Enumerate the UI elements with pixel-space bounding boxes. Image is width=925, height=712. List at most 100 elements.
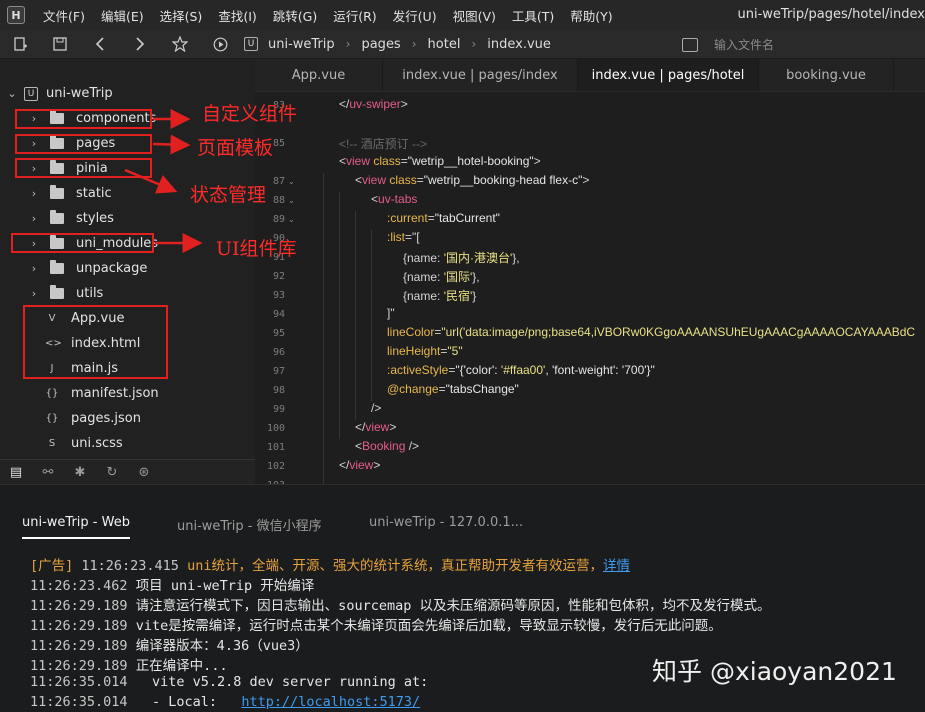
- menu-view[interactable]: 视图(V): [445, 6, 504, 25]
- fold-toggle-icon[interactable]: ⌄: [288, 196, 295, 205]
- code-token: class: [386, 173, 417, 187]
- code-line: lineHeight="5": [387, 344, 463, 363]
- tree-item-pages[interactable]: › pages: [0, 131, 255, 156]
- file-search-input[interactable]: 输入文件名: [682, 30, 774, 58]
- tab-index-pages-index[interactable]: index.vue | pages/index: [383, 59, 578, 91]
- line-number: 92: [272, 271, 285, 282]
- code-token: {name:: [403, 289, 444, 303]
- binoculars-icon[interactable]: ⚯: [32, 465, 64, 480]
- tree-item-label: App.vue: [71, 311, 125, 326]
- code-line: @change="tabsChange": [387, 382, 519, 401]
- code-token: Booking: [362, 439, 406, 453]
- tree-item-index-html[interactable]: <> index.html: [0, 331, 255, 356]
- menu-run[interactable]: 运行(R): [325, 6, 384, 25]
- breadcrumb-project[interactable]: uni-weTrip: [268, 37, 335, 52]
- code-line: </view>: [355, 420, 396, 439]
- code-token: view: [362, 173, 387, 187]
- tree-item-unpackage[interactable]: › unpackage: [0, 256, 255, 281]
- code-token: :current: [387, 211, 428, 225]
- console-line: 11:26:29.189 编译器版本：4.36（vue3）: [30, 634, 309, 654]
- tree-item-app-vue[interactable]: V App.vue: [0, 306, 255, 331]
- console-tab-local[interactable]: uni-weTrip - 127.0.0.1...: [369, 515, 523, 530]
- code-token: "tabsChange": [445, 382, 519, 396]
- breadcrumb-file[interactable]: index.vue: [487, 37, 551, 52]
- tree-item-uni-modules[interactable]: › uni_modules: [0, 231, 255, 256]
- breadcrumb-hotel[interactable]: hotel: [428, 37, 461, 52]
- console-tab-weixin[interactable]: uni-weTrip - 微信小程序: [177, 515, 322, 534]
- code-line: {name: '国内·港澳台'},: [403, 249, 520, 268]
- tree-item-components[interactable]: › components: [0, 106, 255, 131]
- code-token: </: [339, 458, 350, 472]
- menu-edit[interactable]: 编辑(E): [93, 6, 152, 25]
- tree-item-pages-json[interactable]: {} pages.json: [0, 406, 255, 431]
- console-tab-web[interactable]: uni-weTrip - Web: [22, 515, 130, 539]
- new-file-icon[interactable]: [0, 30, 40, 58]
- menu-help[interactable]: 帮助(Y): [562, 6, 620, 25]
- star-icon[interactable]: [160, 30, 200, 58]
- folder-icon: [50, 235, 64, 249]
- code-token: , 'font-weight': '700'}": [545, 363, 655, 377]
- console-message: vite v5.2.8 dev server running at:: [135, 674, 429, 690]
- run-icon[interactable]: [200, 30, 240, 58]
- code-token: "tabCurrent": [434, 211, 500, 225]
- menu-file[interactable]: 文件(F): [35, 6, 93, 25]
- console-timestamp: 11:26:29.189: [30, 638, 128, 654]
- tab-app-vue[interactable]: App.vue: [255, 59, 383, 91]
- fold-toggle-icon[interactable]: ⌄: [288, 177, 295, 186]
- project-name: uni-weTrip: [46, 86, 113, 101]
- code-line: {name: '民宿'}: [403, 287, 476, 306]
- back-icon[interactable]: [80, 30, 120, 58]
- tree-item-manifest-json[interactable]: {} manifest.json: [0, 381, 255, 406]
- explorer-icon[interactable]: ▤: [0, 465, 32, 480]
- search-file-icon: [682, 37, 698, 52]
- tree-item-label: utils: [76, 286, 104, 301]
- indent-guide: [323, 173, 324, 484]
- menu-goto[interactable]: 跳转(G): [265, 6, 325, 25]
- ad-text: uni统计，全端、开源、强大的统计系统，真正帮助开发者有效运营，: [187, 558, 603, 574]
- menu-select[interactable]: 选择(S): [152, 6, 211, 25]
- git-icon[interactable]: ↻: [96, 465, 128, 480]
- tree-item-label: static: [76, 186, 112, 201]
- menu-publish[interactable]: 发行(U): [385, 6, 445, 25]
- menu-find[interactable]: 查找(I): [210, 6, 264, 25]
- line-number: 100: [266, 423, 285, 434]
- code-token: </: [355, 420, 366, 434]
- tab-index-pages-hotel[interactable]: index.vue | pages/hotel: [578, 59, 759, 91]
- tree-item-utils[interactable]: › utils: [0, 281, 255, 306]
- code-token: <: [355, 173, 363, 187]
- line-number: 89: [272, 214, 285, 225]
- forward-icon[interactable]: [120, 30, 160, 58]
- console-local-line: 11:26:35.014 - Local: http://localhost:5…: [30, 694, 420, 712]
- tree-item-main-js[interactable]: Jmain.js: [0, 356, 255, 381]
- tree-item-pinia[interactable]: › pinia: [0, 156, 255, 181]
- code-token: <: [371, 192, 379, 206]
- tab-booking-vue[interactable]: booking.vue: [759, 59, 894, 91]
- plugin-icon[interactable]: ⊛: [128, 465, 160, 480]
- code-token: ="[: [405, 230, 420, 244]
- code-editor[interactable]: </uv-swiper> <!-- 酒店预订 --> <view class="we…: [297, 92, 925, 484]
- ad-details-link[interactable]: 详情: [603, 558, 630, 574]
- code-token: class: [370, 154, 401, 168]
- chevron-right-icon: ›: [31, 187, 37, 200]
- window-title: uni-weTrip/pages/hotel/index: [737, 7, 925, 22]
- save-icon[interactable]: [40, 30, 80, 58]
- tree-item-label: components: [76, 111, 157, 126]
- local-server-link[interactable]: http://localhost:5173/: [241, 694, 420, 710]
- code-token: <: [355, 439, 363, 453]
- tree-item-styles[interactable]: › styles: [0, 206, 255, 231]
- line-number: 97: [272, 366, 285, 377]
- menu-tools[interactable]: 工具(T): [504, 6, 562, 25]
- chevron-right-icon: ›: [31, 112, 37, 125]
- code-line: <!-- 酒店预订 -->: [339, 135, 427, 154]
- tree-item-uni-scss[interactable]: Suni.scss: [0, 431, 255, 456]
- folder-icon: [50, 160, 64, 174]
- line-number: 95: [272, 328, 285, 339]
- breadcrumb-pages[interactable]: pages: [361, 37, 400, 52]
- tree-project-root[interactable]: ⌄ U uni-weTrip: [0, 81, 255, 106]
- code-token: :list: [387, 230, 405, 244]
- code-line: :current="tabCurrent": [387, 211, 500, 230]
- fold-toggle-icon[interactable]: ⌄: [288, 215, 295, 224]
- bug-icon[interactable]: ✱: [64, 465, 96, 480]
- code-token: >: [582, 173, 590, 187]
- tree-item-static[interactable]: › static: [0, 181, 255, 206]
